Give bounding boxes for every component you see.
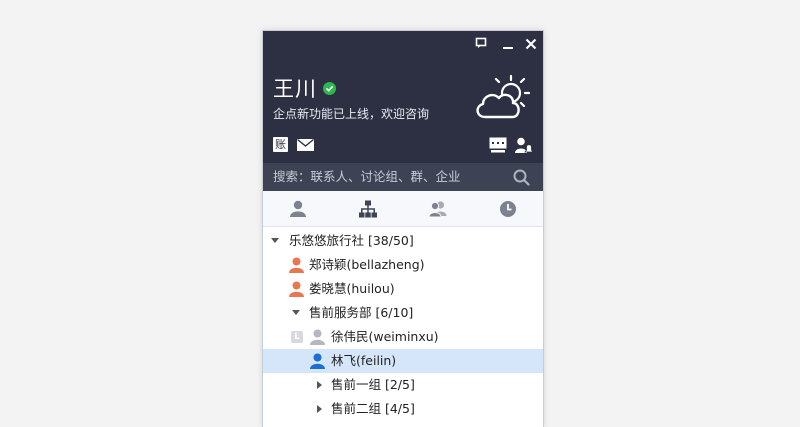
tab-recent[interactable]: [473, 191, 543, 226]
female-avatar-icon: [289, 257, 304, 273]
clock-icon: [500, 201, 516, 217]
chevron-right-icon[interactable]: [315, 373, 323, 397]
member-label: 娄晓慧(huilou): [309, 281, 395, 296]
contacts-window: 王川 企点新功能已上线，欢迎咨询 账 搜索：联系人、讨论组、群、企业 乐悠悠旅行…: [262, 30, 544, 427]
offline-avatar-icon: [310, 329, 325, 345]
contact-tabs: [263, 191, 543, 227]
tree-member-row-selected[interactable]: 林飞(feilin): [263, 349, 543, 373]
search-input[interactable]: [273, 163, 503, 191]
online-status-icon[interactable]: [323, 82, 336, 95]
message-box-icon[interactable]: [489, 137, 507, 157]
org-chart-icon: [359, 200, 377, 218]
account-icon-label: 账: [273, 137, 288, 152]
member-label: 林飞(feilin): [331, 353, 397, 368]
user-name[interactable]: 王川: [273, 73, 317, 103]
tree-dept-node[interactable]: 售前服务部 [6/10]: [263, 301, 543, 325]
tree-member-row[interactable]: 娄晓慧(huilou): [263, 277, 543, 301]
chevron-right-icon[interactable]: [315, 397, 323, 421]
member-label: 郑诗颖(bellazheng): [309, 257, 425, 272]
tree-org-label: 乐悠悠旅行社 [38/50]: [289, 233, 414, 248]
chevron-down-icon[interactable]: [292, 301, 300, 325]
profile-header: 王川 企点新功能已上线，欢迎咨询 账: [263, 31, 543, 163]
tab-contacts[interactable]: [263, 191, 333, 226]
organization-tree: 乐悠悠旅行社 [38/50] 郑诗颖(bellazheng) 娄晓慧(huilo…: [263, 227, 543, 427]
subgroup-label: 售前一组 [2/5]: [331, 377, 415, 392]
tree-member-row[interactable]: L 徐伟民(weiminxu): [263, 325, 543, 349]
member-label: 徐伟民(weiminxu): [331, 329, 439, 344]
male-avatar-icon: [310, 353, 325, 369]
leader-badge: L: [291, 331, 303, 343]
tree-member-row[interactable]: 郑诗颖(bellazheng): [263, 253, 543, 277]
account-icon[interactable]: 账: [273, 137, 288, 152]
tab-groups[interactable]: [403, 191, 473, 226]
search-icon[interactable]: [513, 169, 530, 189]
group-icon: [429, 201, 447, 218]
minimize-icon[interactable]: [501, 36, 515, 50]
subgroup-label: 售前二组 [4/5]: [331, 401, 415, 416]
female-avatar-icon: [289, 281, 304, 297]
tree-subgroup-node[interactable]: 售前二组 [4/5]: [263, 397, 543, 421]
chevron-down-icon[interactable]: [271, 229, 279, 253]
close-icon[interactable]: [524, 36, 538, 50]
tab-organization[interactable]: [333, 191, 403, 226]
feedback-icon[interactable]: [475, 36, 489, 50]
add-contact-notify-icon[interactable]: [515, 137, 534, 157]
tree-org-node[interactable]: 乐悠悠旅行社 [38/50]: [263, 229, 543, 253]
signature-text[interactable]: 企点新功能已上线，欢迎咨询: [273, 105, 429, 122]
tree-subgroup-node[interactable]: 售前一组 [2/5]: [263, 373, 543, 397]
dept-label: 售前服务部 [6/10]: [309, 305, 414, 320]
weather-icon[interactable]: [473, 71, 533, 131]
search-bar: [263, 163, 543, 191]
mail-icon[interactable]: [297, 137, 314, 156]
person-icon: [290, 200, 306, 217]
